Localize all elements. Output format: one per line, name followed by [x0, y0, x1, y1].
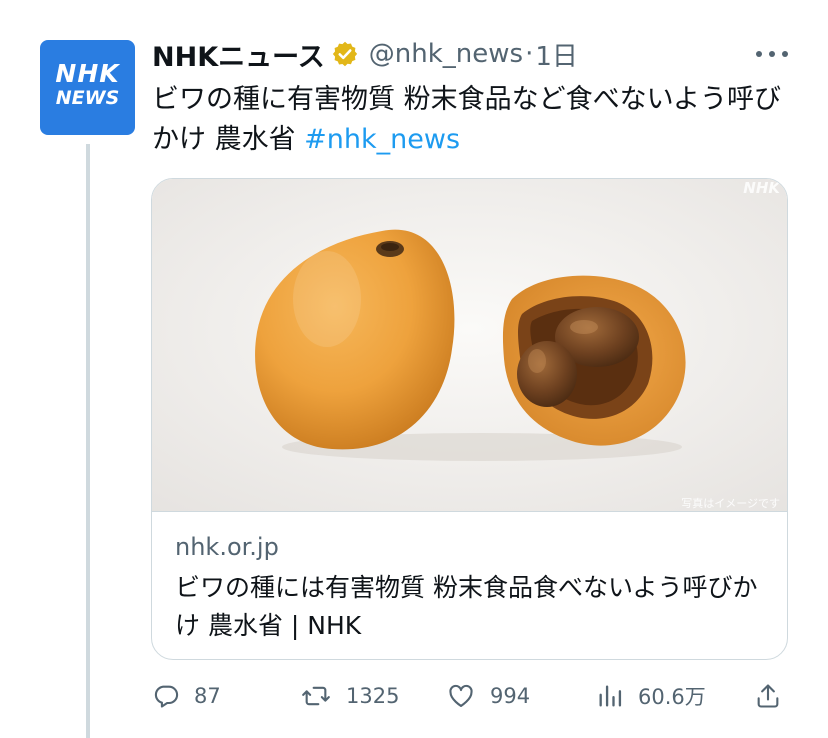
tweet-body: ビワの種に有害物質 粉末食品など食べないよう呼びかけ 農水省 — [152, 84, 782, 155]
image-watermark: NHK — [743, 179, 781, 197]
hashtag-link[interactable]: #nhk_news — [304, 124, 460, 155]
display-name[interactable]: NHKニュース — [152, 35, 325, 74]
retweet-count: 1325 — [346, 684, 400, 708]
share-button[interactable] — [754, 676, 782, 716]
heart-icon — [449, 684, 473, 707]
card-domain: nhk.or.jp — [175, 533, 279, 561]
handle[interactable]: @nhk_news — [369, 39, 523, 69]
action-bar: 87 1325 994 60.6万 — [152, 676, 792, 716]
card-body[interactable]: nhk.or.jp ビワの種には有害物質 粉末食品食べないよう呼びかけ 農水省 … — [175, 531, 775, 645]
card-image[interactable]: NHK 写真はイメージです — [152, 179, 787, 512]
link-card[interactable]: NHK 写真はイメージです nhk.or.jp ビワの種には有害物質 粉末食品食… — [151, 178, 788, 660]
timestamp[interactable]: 1日 — [535, 36, 578, 73]
avatar[interactable]: NHK NEWS — [40, 40, 135, 135]
thread-connector-line — [86, 144, 90, 738]
avatar-logo: NHK NEWS — [40, 59, 135, 110]
share-icon — [757, 684, 779, 708]
reply-icon — [154, 685, 179, 708]
more-dot — [756, 51, 762, 57]
card-title: ビワの種には有害物質 粉末食品食べないよう呼びかけ 農水省 | NHK — [175, 573, 758, 640]
tweet-text: ビワの種に有害物質 粉末食品など食べないよう呼びかけ 農水省 #nhk_news — [152, 80, 802, 160]
like-button[interactable]: 994 — [446, 676, 530, 716]
reply-button[interactable]: 87 — [152, 676, 221, 716]
loquat-photo: NHK 写真はイメージです — [152, 179, 787, 511]
separator-dot: · — [525, 39, 534, 69]
reply-count: 87 — [194, 684, 221, 708]
more-options-icon[interactable] — [752, 40, 792, 68]
retweet-button[interactable]: 1325 — [300, 676, 399, 716]
retweet-icon — [302, 686, 330, 706]
views-chart-icon — [599, 685, 622, 707]
views-count: 60.6万 — [638, 685, 706, 709]
image-caption: 写真はイメージです — [681, 496, 780, 510]
more-dot — [769, 51, 775, 57]
more-dot — [782, 51, 788, 57]
like-count: 994 — [490, 684, 531, 708]
avatar-logo-line1: NHK — [55, 59, 120, 88]
tweet-header: NHKニュース @nhk_news · 1日 — [152, 35, 578, 74]
views-button[interactable]: 60.6万 — [596, 676, 706, 716]
verified-badge-icon[interactable] — [331, 40, 359, 68]
avatar-logo-line2: NEWS — [55, 87, 120, 109]
